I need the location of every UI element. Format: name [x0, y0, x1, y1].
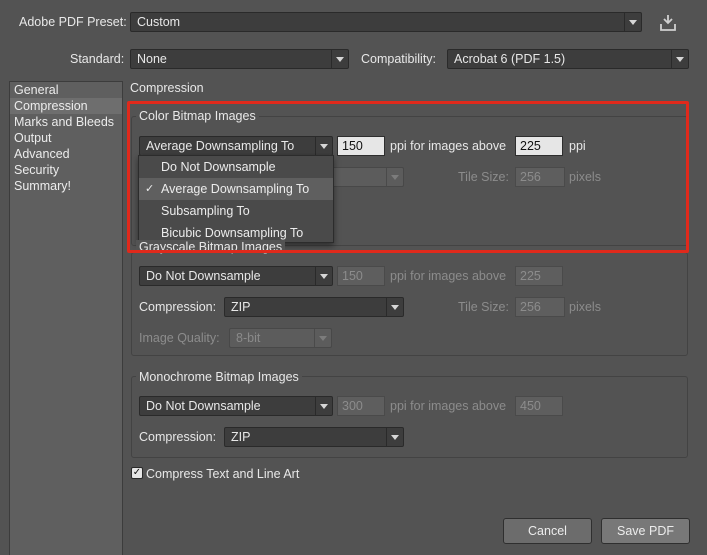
grayscale-compression-label: Compression: [139, 300, 217, 314]
chevron-down-icon [386, 298, 403, 316]
nav-item-marks-and-bleeds[interactable]: Marks and Bleeds [10, 114, 122, 130]
nav-item-security[interactable]: Security [10, 162, 122, 178]
monochrome-ppi-field[interactable]: 300 [337, 396, 385, 416]
settings-nav: General Compression Marks and Bleeds Out… [9, 81, 123, 555]
grayscale-quality-dropdown[interactable]: 8-bit [229, 328, 332, 348]
grayscale-tile-unit: pixels [569, 300, 601, 314]
grayscale-compression-value: ZIP [231, 300, 251, 314]
monochrome-sampling-dropdown[interactable]: Do Not Downsample [139, 396, 333, 416]
chevron-down-icon [315, 267, 332, 285]
chevron-down-icon [624, 13, 641, 31]
nav-item-general[interactable]: General [10, 82, 122, 98]
preset-label: Adobe PDF Preset: [19, 15, 127, 29]
chevron-down-icon [386, 428, 403, 446]
monochrome-above-field[interactable]: 450 [515, 396, 563, 416]
grayscale-above-field[interactable]: 225 [515, 266, 563, 286]
highlight-box [127, 101, 689, 253]
monochrome-sampling-value: Do Not Downsample [146, 399, 261, 413]
compress-text-checkbox[interactable]: ✓ [131, 467, 143, 479]
monochrome-compression-dropdown[interactable]: ZIP [224, 427, 404, 447]
preset-dropdown[interactable]: Custom [130, 12, 642, 32]
grayscale-tile-field[interactable]: 256 [515, 297, 565, 317]
nav-item-output[interactable]: Output [10, 130, 122, 146]
chevron-down-icon [331, 50, 348, 68]
standard-dropdown[interactable]: None [130, 49, 349, 69]
chevron-down-icon [315, 397, 332, 415]
save-pdf-button[interactable]: Save PDF [601, 518, 690, 544]
grayscale-quality-value: 8-bit [236, 331, 261, 345]
chevron-down-icon [314, 329, 331, 347]
compress-text-label: Compress Text and Line Art [146, 467, 300, 481]
nav-item-compression[interactable]: Compression [10, 98, 122, 114]
compatibility-value: Acrobat 6 (PDF 1.5) [454, 52, 566, 66]
monochrome-section-title: Monochrome Bitmap Images [136, 370, 302, 384]
grayscale-tile-label: Tile Size: [458, 300, 509, 314]
preset-value: Custom [137, 15, 181, 29]
monochrome-compression-label: Compression: [139, 430, 217, 444]
grayscale-sampling-value: Do Not Downsample [146, 269, 261, 283]
cancel-button[interactable]: Cancel [503, 518, 592, 544]
chevron-down-icon [671, 50, 688, 68]
grayscale-quality-label: Image Quality: [139, 331, 220, 345]
grayscale-ppi-label: ppi for images above [390, 269, 507, 283]
grayscale-ppi-field[interactable]: 150 [337, 266, 385, 286]
save-preset-icon[interactable] [657, 13, 679, 33]
standard-label: Standard: [70, 52, 125, 66]
grayscale-compression-dropdown[interactable]: ZIP [224, 297, 404, 317]
monochrome-compression-value: ZIP [231, 430, 251, 444]
monochrome-section [131, 376, 688, 458]
nav-item-advanced[interactable]: Advanced [10, 146, 122, 162]
grayscale-sampling-dropdown[interactable]: Do Not Downsample [139, 266, 333, 286]
monochrome-ppi-label: ppi for images above [390, 399, 507, 413]
nav-item-summary[interactable]: Summary! [10, 178, 122, 194]
compatibility-label: Compatibility: [361, 52, 437, 66]
compatibility-dropdown[interactable]: Acrobat 6 (PDF 1.5) [447, 49, 689, 69]
panel-title: Compression [130, 81, 204, 95]
standard-value: None [137, 52, 167, 66]
